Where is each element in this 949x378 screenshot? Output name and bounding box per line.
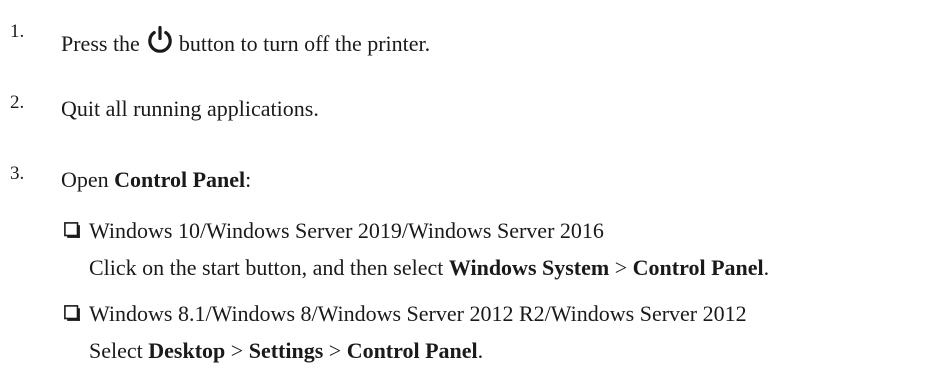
settings-label: Settings (248, 338, 324, 363)
checkbox-icon (64, 222, 80, 238)
sub-item-heading: Windows 8.1/Windows 8/Windows Server 201… (89, 301, 747, 326)
instruction-end: . (477, 338, 484, 363)
step-number: 2. (10, 92, 25, 113)
control-panel-label: Control Panel (632, 255, 764, 280)
instruction-separator: > (323, 338, 347, 363)
instruction-text: Click on the start button, and then sele… (89, 255, 769, 281)
step-text-before: Open (61, 167, 115, 192)
step-text-after: button to turn off the printer. (178, 31, 431, 56)
step-number: 1. (10, 21, 25, 42)
desktop-label: Desktop (148, 338, 226, 363)
control-panel-label: Control Panel (346, 338, 478, 363)
windows-system-label: Windows System (448, 255, 610, 280)
instruction-text: Select Desktop > Settings > Control Pane… (89, 338, 483, 364)
step-text: Open Control Panel: (61, 167, 251, 193)
step-text-after: : (245, 167, 252, 192)
instruction-end: . (763, 255, 770, 280)
step-text: Quit all running applications. (61, 96, 319, 121)
instruction-separator: > (609, 255, 633, 280)
control-panel-label: Control Panel (114, 167, 246, 192)
power-icon (145, 25, 175, 55)
instruction-pre: Select (89, 338, 149, 363)
instruction-separator: > (225, 338, 249, 363)
step-text: Press the button to turn off the printer. (61, 25, 430, 57)
checkbox-icon (64, 305, 80, 321)
instruction-pre: Click on the start button, and then sele… (89, 255, 449, 280)
step-text-before: Press the (61, 31, 140, 56)
sub-item-heading: Windows 10/Windows Server 2019/Windows S… (89, 218, 604, 243)
step-number: 3. (10, 163, 25, 184)
